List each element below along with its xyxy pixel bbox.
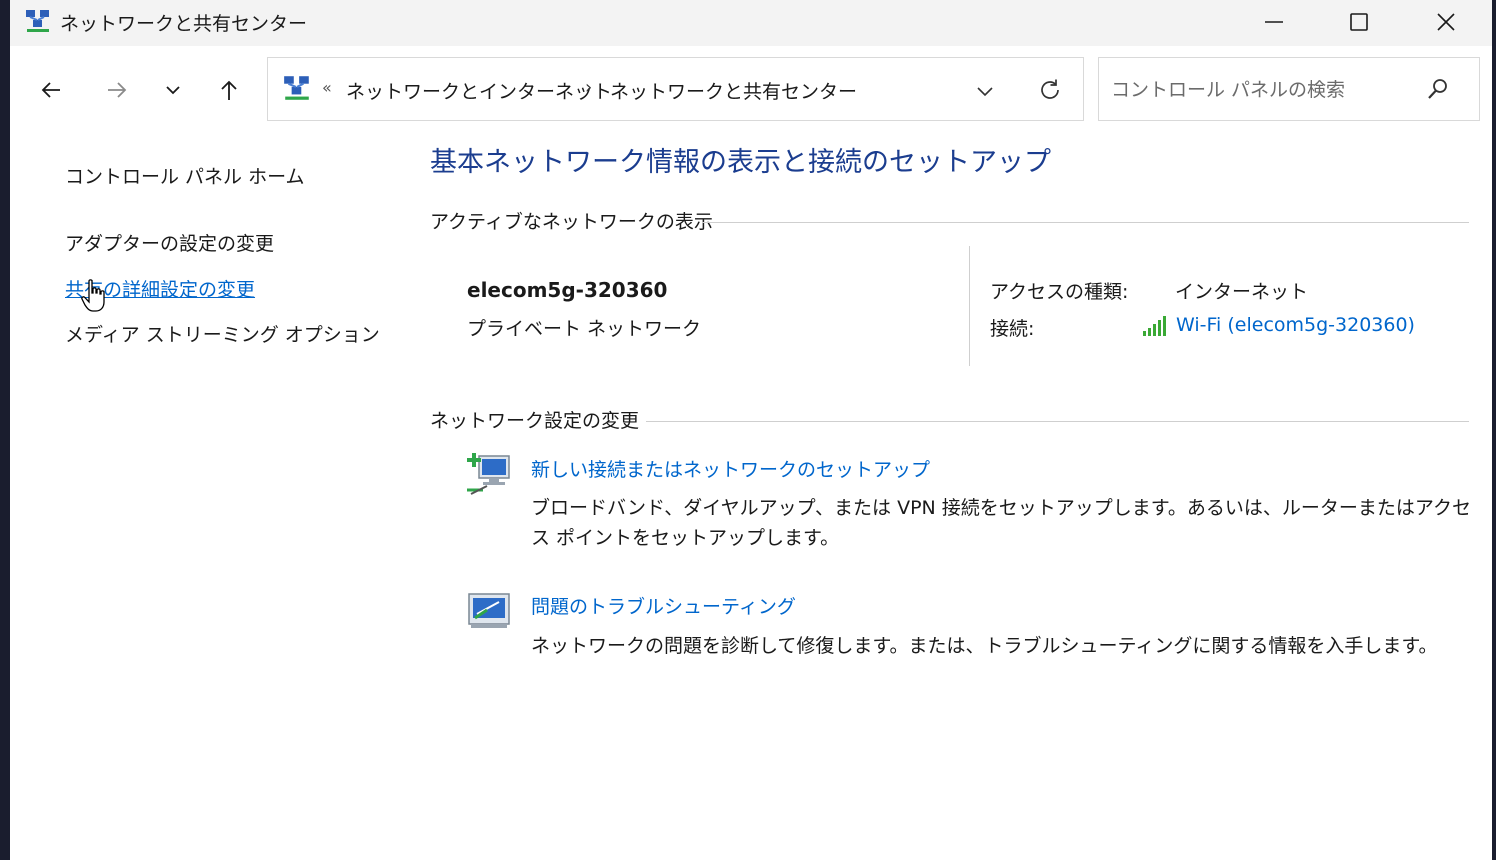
network-center-icon (284, 76, 309, 100)
close-icon (1437, 13, 1455, 31)
refresh-icon (1041, 79, 1059, 99)
window-title: ネットワークと共有センター (60, 13, 308, 35)
network-type: プライベート ネットワーク (467, 318, 702, 340)
network-divider (969, 246, 970, 366)
address-bar[interactable]: « ネットワークとインターネット › ネットワークと共有センター (267, 57, 1084, 121)
troubleshoot-icon (468, 593, 510, 628)
breadcrumb-sharing-center[interactable]: ネットワークと共有センター (610, 77, 857, 104)
section-divider (646, 421, 1469, 422)
search-input[interactable] (1109, 72, 1423, 108)
change-settings-heading: ネットワーク設定の変更 (430, 410, 640, 432)
recent-locations-button[interactable] (153, 70, 193, 110)
breadcrumb-network-internet[interactable]: ネットワークとインターネット (346, 77, 612, 104)
chevron-down-icon (166, 86, 180, 95)
wifi-connection-link[interactable]: Wi-Fi (elecom5g-320360) (1176, 314, 1415, 336)
section-divider (702, 222, 1469, 223)
search-box (1098, 57, 1480, 121)
maximize-button[interactable] (1316, 0, 1402, 44)
new-connection-icon (467, 453, 510, 495)
title-bar: ネットワークと共有センター (10, 0, 1492, 46)
search-icon (1428, 79, 1447, 99)
chevron-down-icon (977, 87, 993, 97)
search-button[interactable] (1423, 74, 1453, 104)
refresh-button[interactable] (1032, 72, 1068, 108)
breadcrumb-overflow[interactable]: « (322, 78, 332, 97)
sidebar-item-media-streaming-options[interactable]: メディア ストリーミング オプション (65, 320, 380, 347)
access-type-label: アクセスの種類: (990, 281, 1129, 303)
page-title: 基本ネットワーク情報の表示と接続のセットアップ (430, 147, 1051, 178)
close-button[interactable] (1403, 0, 1489, 44)
navigation-bar: « ネットワークとインターネット › ネットワークと共有センター (10, 46, 1492, 134)
breadcrumb-separator[interactable]: › (585, 77, 592, 98)
troubleshoot-link[interactable]: 問題のトラブルシューティング (531, 592, 796, 619)
sidebar-item-change-adapter-settings[interactable]: アダプターの設定の変更 (65, 229, 274, 256)
sidebar-item-advanced-sharing-settings[interactable]: 共有の詳細設定の変更 (65, 275, 255, 302)
setup-new-connection-description: ブロードバンド、ダイヤルアップ、または VPN 接続をセットアップします。あるい… (531, 497, 1471, 549)
arrow-right-icon (108, 82, 127, 98)
minimize-button[interactable] (1231, 0, 1317, 44)
arrow-up-icon (221, 80, 237, 100)
address-dropdown-button[interactable] (968, 74, 1002, 108)
wifi-signal-icon (1143, 316, 1166, 336)
network-name: elecom5g-320360 (467, 278, 668, 302)
setup-new-connection-link[interactable]: 新しい接続またはネットワークのセットアップ (531, 455, 930, 482)
back-button[interactable] (31, 70, 71, 110)
window: ネットワークと共有センター « ネットワークとインターネット › ネットワークと… (10, 0, 1492, 860)
up-button[interactable] (209, 70, 249, 110)
forward-button[interactable] (97, 70, 137, 110)
active-networks-heading: アクティブなネットワークの表示 (430, 211, 713, 233)
sidebar-item-control-panel-home[interactable]: コントロール パネル ホーム (65, 162, 305, 189)
troubleshoot-description: ネットワークの問題を診断して修復します。または、トラブルシューティングに関する情… (531, 635, 1438, 657)
minimize-icon (1265, 21, 1283, 23)
connection-label: 接続: (990, 318, 1035, 340)
maximize-icon (1350, 13, 1368, 31)
network-center-icon (26, 10, 49, 32)
arrow-left-icon (41, 82, 60, 98)
access-type-value: インターネット (1175, 281, 1309, 303)
